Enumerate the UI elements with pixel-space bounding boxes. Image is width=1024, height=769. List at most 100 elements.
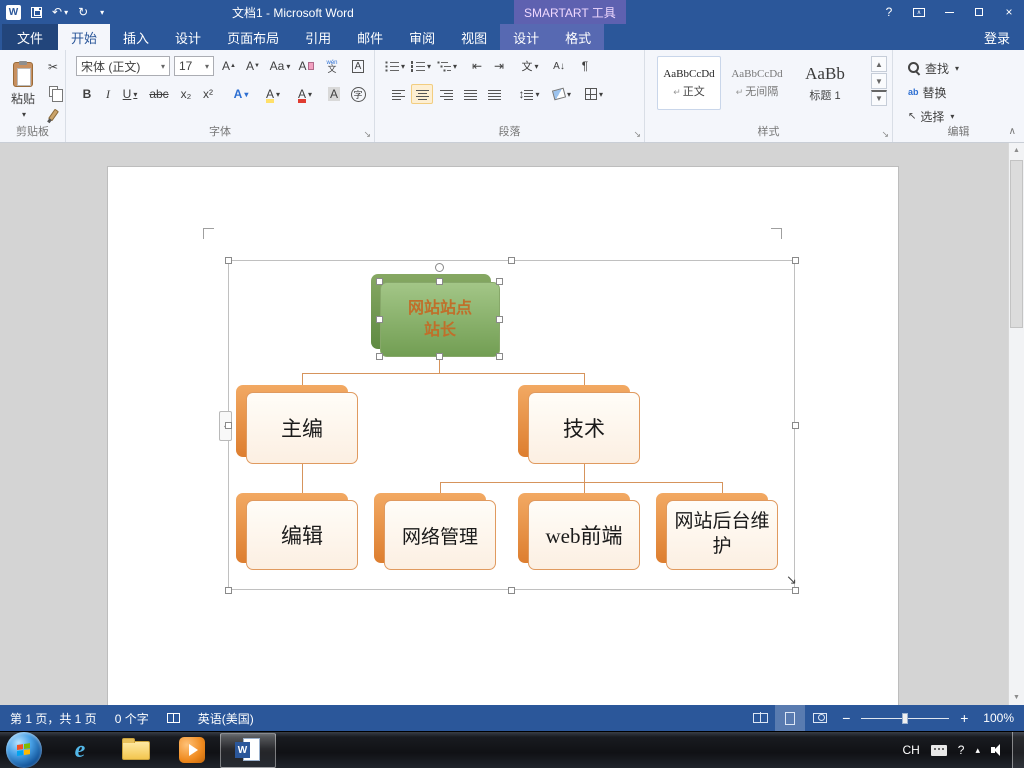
frame-handle[interactable] bbox=[792, 257, 799, 264]
help-button[interactable]: ? bbox=[874, 0, 904, 24]
superscript-button[interactable]: x² bbox=[198, 84, 218, 104]
frame-handle[interactable] bbox=[225, 257, 232, 264]
distribute-button[interactable] bbox=[483, 84, 505, 104]
tab-references[interactable]: 引用 bbox=[292, 24, 344, 50]
zoom-level[interactable]: 100% bbox=[975, 711, 1024, 725]
paste-button[interactable]: 粘贴 ▾ bbox=[4, 55, 42, 125]
font-size-select[interactable]: 17 ▾ bbox=[174, 56, 214, 76]
smartart-node-root[interactable]: 网站站点站长 bbox=[371, 263, 503, 360]
styles-scroll-up-button[interactable]: ▲ bbox=[871, 56, 887, 72]
replace-button[interactable]: ab 替换 bbox=[903, 82, 952, 102]
enclose-characters-button[interactable]: 字 bbox=[348, 84, 368, 104]
multilevel-list-button[interactable]: ▾ bbox=[435, 56, 459, 76]
keyboard-icon[interactable] bbox=[930, 744, 947, 756]
rotation-handle[interactable] bbox=[435, 263, 444, 272]
smartart-node[interactable]: 主编 bbox=[236, 385, 358, 464]
shrink-font-button[interactable]: A ▼ bbox=[242, 56, 264, 76]
font-dialog-launcher[interactable]: ↘ bbox=[363, 130, 371, 139]
styles-scroll-down-button[interactable]: ▼ bbox=[871, 73, 887, 89]
sort-button[interactable]: A↓ bbox=[547, 56, 571, 76]
scroll-down-button[interactable]: ▼ bbox=[1009, 690, 1024, 705]
sign-in-link[interactable]: 登录 bbox=[970, 24, 1024, 50]
asian-layout-button[interactable]: 文 ▾ bbox=[517, 56, 543, 76]
customize-qat-button[interactable]: ▾ bbox=[98, 8, 104, 17]
style-card-normal[interactable]: AaBbCcDd ↵ 正文 bbox=[657, 56, 721, 110]
ribbon-display-options-button[interactable]: ∧ bbox=[904, 0, 934, 24]
strikethrough-button[interactable]: abc bbox=[146, 84, 172, 104]
word-count-indicator[interactable]: 0 个字 bbox=[106, 705, 158, 731]
character-shading-button[interactable]: A bbox=[324, 84, 344, 104]
tab-review[interactable]: 审阅 bbox=[396, 24, 448, 50]
clear-formatting-button[interactable]: A bbox=[296, 56, 316, 76]
show-desktop-button[interactable] bbox=[1012, 731, 1024, 769]
taskbar-word-active[interactable]: W bbox=[220, 732, 276, 768]
character-border-button[interactable]: A bbox=[348, 56, 368, 76]
font-name-select[interactable]: 宋体 (正文) ▾ bbox=[76, 56, 170, 76]
align-right-button[interactable] bbox=[435, 84, 457, 104]
undo-button[interactable]: ↶ ▾ bbox=[52, 5, 68, 19]
styles-dialog-launcher[interactable]: ↘ bbox=[881, 130, 889, 139]
volume-icon[interactable] bbox=[991, 744, 1004, 756]
tab-home[interactable]: 开始 bbox=[58, 24, 111, 50]
repeat-button[interactable]: ↻ bbox=[78, 5, 88, 19]
node-handle[interactable] bbox=[496, 316, 503, 323]
tab-mailings[interactable]: 邮件 bbox=[344, 24, 396, 50]
vertical-scrollbar[interactable]: ▲ ▼ bbox=[1008, 143, 1024, 705]
tab-smartart-design[interactable]: 设计 bbox=[500, 24, 552, 50]
node-handle[interactable] bbox=[376, 278, 383, 285]
close-button[interactable]: × bbox=[994, 0, 1024, 24]
tab-view[interactable]: 视图 bbox=[448, 24, 500, 50]
numbering-button[interactable]: ▾ bbox=[409, 56, 433, 76]
page-number-indicator[interactable]: 第 1 页，共 1 页 bbox=[0, 705, 106, 731]
taskbar-media-player[interactable] bbox=[164, 732, 220, 769]
scroll-up-button[interactable]: ▲ bbox=[1009, 143, 1024, 158]
node-handle[interactable] bbox=[436, 353, 443, 360]
save-button[interactable] bbox=[31, 6, 42, 18]
document-canvas[interactable]: ‹ ↘ 网站站点站长 主编 技术 编辑 网络管理 bbox=[0, 143, 1024, 705]
tab-smartart-format[interactable]: 格式 bbox=[552, 24, 604, 50]
align-left-button[interactable] bbox=[387, 84, 409, 104]
zoom-out-button[interactable]: − bbox=[835, 705, 857, 731]
bullets-button[interactable]: ▾ bbox=[383, 56, 407, 76]
bold-button[interactable]: B bbox=[78, 84, 96, 104]
align-center-button[interactable] bbox=[411, 84, 433, 104]
tab-file[interactable]: 文件 bbox=[2, 24, 59, 50]
frame-handle[interactable] bbox=[508, 257, 515, 264]
tab-page-layout[interactable]: 页面布局 bbox=[214, 24, 292, 50]
cut-button[interactable]: ✂ bbox=[44, 58, 62, 76]
language-indicator[interactable]: 英语(美国) bbox=[189, 705, 263, 731]
frame-handle[interactable] bbox=[508, 587, 515, 594]
read-mode-button[interactable] bbox=[745, 705, 775, 731]
increase-indent-button[interactable]: ⇥ bbox=[489, 56, 509, 76]
zoom-slider[interactable] bbox=[861, 712, 950, 724]
node-handle[interactable] bbox=[436, 278, 443, 285]
shading-button[interactable]: ▾ bbox=[549, 84, 575, 104]
frame-handle[interactable] bbox=[792, 422, 799, 429]
smartart-node[interactable]: web前端 bbox=[518, 493, 640, 570]
smartart-node[interactable]: 编辑 bbox=[236, 493, 358, 570]
font-color-button[interactable]: A ▾ bbox=[292, 84, 318, 104]
frame-handle[interactable] bbox=[225, 422, 232, 429]
minimize-button[interactable] bbox=[934, 0, 964, 24]
styles-gallery-more-button[interactable]: ▼ bbox=[871, 90, 887, 106]
smartart-node[interactable]: 网络管理 bbox=[374, 493, 496, 570]
node-handle[interactable] bbox=[376, 316, 383, 323]
line-spacing-button[interactable]: ↕ ▾ bbox=[515, 84, 543, 104]
node-handle[interactable] bbox=[376, 353, 383, 360]
justify-button[interactable] bbox=[459, 84, 481, 104]
underline-button[interactable]: U ▾ bbox=[118, 84, 142, 104]
text-effects-button[interactable]: A ▾ bbox=[228, 84, 254, 104]
smartart-node[interactable]: 技术 bbox=[518, 385, 640, 464]
smartart-node[interactable]: 网站后台维护 bbox=[656, 493, 778, 570]
style-card-heading1[interactable]: AaBb 标题 1 bbox=[793, 56, 857, 110]
italic-button[interactable]: I bbox=[100, 84, 116, 104]
scrollbar-thumb[interactable] bbox=[1010, 160, 1023, 328]
web-layout-button[interactable] bbox=[805, 705, 835, 731]
print-layout-button[interactable] bbox=[775, 705, 806, 731]
ime-language-indicator[interactable]: CH bbox=[902, 743, 919, 757]
subscript-button[interactable]: x₂ bbox=[176, 84, 196, 104]
node-handle[interactable] bbox=[496, 278, 503, 285]
phonetic-guide-button[interactable]: wén 文 bbox=[320, 54, 344, 78]
frame-handle[interactable] bbox=[225, 587, 232, 594]
tab-insert[interactable]: 插入 bbox=[110, 24, 162, 50]
